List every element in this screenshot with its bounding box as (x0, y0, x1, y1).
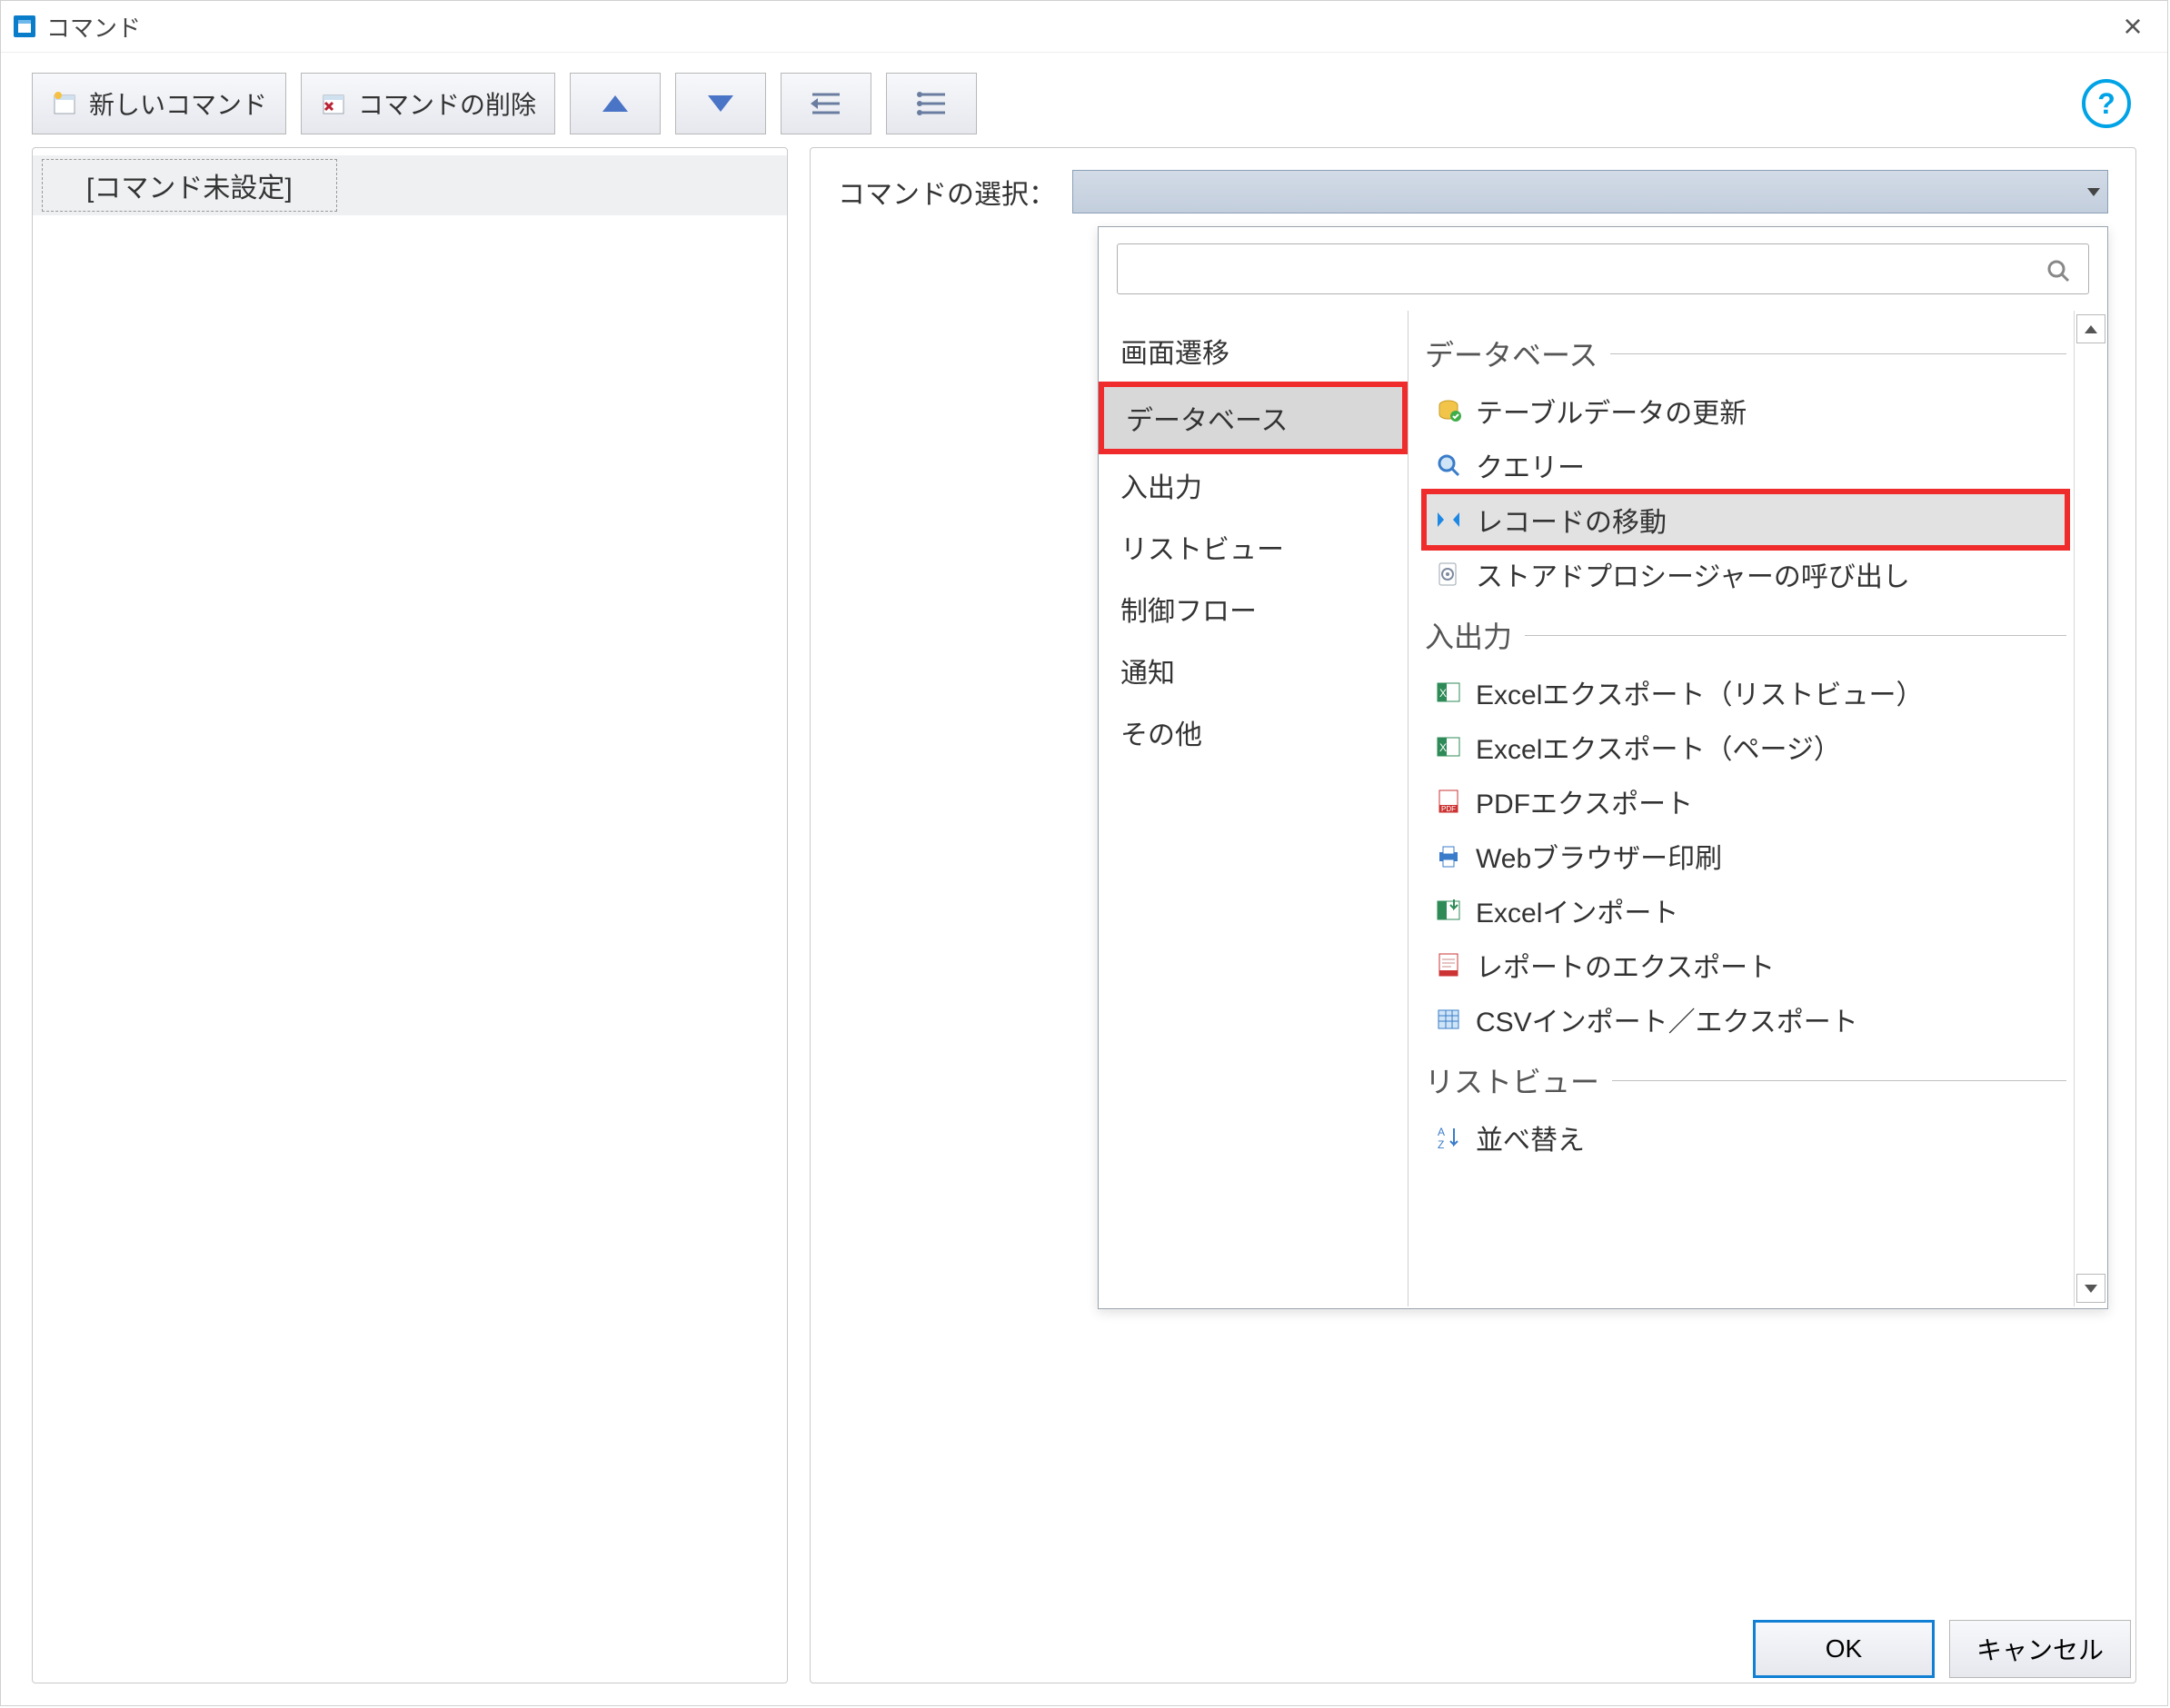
help-icon[interactable]: ? (2082, 79, 2131, 128)
cmd-label: Excelエクスポート（リストビュー） (1476, 672, 1923, 712)
command-items-panel: データベース テーブルデータの更新 クエリー (1409, 311, 2107, 1306)
cmd-stored-procedure[interactable]: ストアドプロシージャーの呼び出し (1425, 547, 2066, 601)
cmd-pdf-export[interactable]: PDF PDFエクスポート (1425, 774, 2066, 829)
command-picker-popup: 画面遷移 データベース 入出力 リストビュー 制御フロー 通知 その他 (1098, 226, 2108, 1309)
command-select-label: コマンドの選択： (838, 172, 1056, 212)
arrow-down-icon (2085, 1285, 2097, 1293)
delete-command-button[interactable]: コマンドの削除 (301, 73, 555, 134)
app-icon (12, 14, 37, 39)
sort-icon: AZ (1434, 1123, 1463, 1152)
scroll-up-button[interactable] (2076, 314, 2105, 343)
csv-icon (1434, 1005, 1463, 1034)
cat-control-flow[interactable]: 制御フロー (1099, 578, 1408, 640)
cmd-csv-import-export[interactable]: CSVインポート／エクスポート (1425, 992, 2066, 1047)
dialog-title: コマンド (46, 10, 2105, 44)
scrollbar[interactable] (2074, 311, 2107, 1306)
cancel-button[interactable]: キャンセル (1949, 1620, 2131, 1678)
cmd-query[interactable]: クエリー (1425, 438, 2066, 492)
toolbar: 新しいコマンド コマンドの削除 ? (1, 53, 2167, 147)
cmd-label: 並べ替え (1476, 1117, 1585, 1157)
arrow-down-icon (708, 95, 733, 112)
dialog-footer: OK キャンセル (1753, 1620, 2131, 1678)
section-heading-listview: リストビュー (1425, 1059, 2066, 1101)
svg-text:A: A (1438, 1126, 1445, 1138)
cmd-report-export[interactable]: レポートのエクスポート (1425, 938, 2066, 992)
cat-screen-transition[interactable]: 画面遷移 (1099, 320, 1408, 382)
dialog-window: コマンド × 新しいコマンド コマンドの削除 ? [コマンド未 (0, 0, 2168, 1706)
command-list-panel: [コマンド未設定] (32, 147, 788, 1683)
chevron-down-icon (2087, 188, 2100, 196)
cmd-label: Excelインポート (1476, 890, 1678, 930)
move-up-button[interactable] (570, 73, 661, 134)
category-list: 画面遷移 データベース 入出力 リストビュー 制御フロー 通知 その他 (1099, 311, 1409, 1306)
cmd-excel-export-page[interactable]: X Excelエクスポート（ページ） (1425, 720, 2066, 774)
cat-listview[interactable]: リストビュー (1099, 516, 1408, 578)
pdf-icon: PDF (1434, 787, 1463, 816)
printer-icon (1434, 841, 1463, 870)
delete-command-label: コマンドの削除 (358, 85, 536, 122)
excel-import-icon (1434, 896, 1463, 925)
outdent-icon (916, 91, 947, 116)
command-unset-label: [コマンド未設定] (42, 159, 337, 212)
magnifier-icon (1434, 451, 1463, 480)
cmd-label: Webブラウザー印刷 (1476, 836, 1722, 876)
record-nav-icon (1434, 505, 1463, 534)
section-heading-label: 入出力 (1425, 614, 1512, 656)
cmd-label: テーブルデータの更新 (1476, 391, 1747, 431)
search-input[interactable] (1117, 243, 2089, 294)
indent-button[interactable] (781, 73, 871, 134)
content-area: [コマンド未設定] コマンドの選択： 画面遷移 (1, 147, 2167, 1705)
new-command-label: 新しいコマンド (89, 85, 267, 122)
sparkle-sheet-icon (51, 90, 78, 117)
section-heading-database: データベース (1425, 333, 2066, 374)
cmd-record-move[interactable]: レコードの移動 (1425, 492, 2066, 547)
cmd-label: PDFエクスポート (1476, 781, 1693, 821)
cmd-label: レポートのエクスポート (1476, 945, 1775, 985)
cmd-excel-export-listview[interactable]: X Excelエクスポート（リストビュー） (1425, 665, 2066, 720)
section-heading-io: 入出力 (1425, 614, 2066, 656)
outdent-button[interactable] (886, 73, 977, 134)
ok-button[interactable]: OK (1753, 1620, 1935, 1678)
cmd-sort[interactable]: AZ 並べ替え (1425, 1110, 2066, 1165)
section-heading-label: データベース (1425, 333, 1598, 374)
close-icon[interactable]: × (2105, 10, 2160, 43)
svg-text:X: X (1439, 741, 1447, 754)
command-config-panel: コマンドの選択： 画面遷移 データベース (810, 147, 2136, 1683)
cmd-web-browser-print[interactable]: Webブラウザー印刷 (1425, 829, 2066, 883)
svg-text:PDF: PDF (1441, 805, 1456, 813)
cat-notification[interactable]: 通知 (1099, 640, 1408, 701)
cmd-label: レコードの移動 (1476, 500, 1667, 540)
db-refresh-icon (1434, 396, 1463, 425)
gear-doc-icon (1434, 560, 1463, 589)
cmd-label: ストアドプロシージャーの呼び出し (1476, 554, 1910, 594)
excel-icon: X (1434, 678, 1463, 707)
scroll-down-button[interactable] (2076, 1274, 2105, 1303)
section-heading-label: リストビュー (1425, 1059, 1599, 1101)
report-pdf-icon (1434, 950, 1463, 979)
cmd-label: Excelエクスポート（ページ） (1476, 727, 1841, 767)
indent-icon (811, 91, 841, 116)
move-down-button[interactable] (675, 73, 766, 134)
command-list-row[interactable]: [コマンド未設定] (33, 155, 787, 215)
new-command-button[interactable]: 新しいコマンド (32, 73, 286, 134)
cmd-label: クエリー (1476, 445, 1585, 485)
cat-io[interactable]: 入出力 (1099, 454, 1408, 516)
cat-database[interactable]: データベース (1104, 387, 1402, 449)
svg-text:Z: Z (1438, 1138, 1444, 1150)
arrow-up-icon (2085, 325, 2097, 333)
title-bar: コマンド × (1, 1, 2167, 53)
arrow-up-icon (602, 95, 628, 112)
search-icon (2046, 258, 2071, 283)
command-select-row: コマンドの選択： (838, 170, 2108, 214)
excel-icon: X (1434, 732, 1463, 761)
svg-text:X: X (1439, 687, 1447, 700)
cat-other[interactable]: その他 (1099, 701, 1408, 763)
cmd-label: CSVインポート／エクスポート (1476, 999, 1858, 1039)
cmd-excel-import[interactable]: Excelインポート (1425, 883, 2066, 938)
command-select-dropdown[interactable] (1072, 170, 2108, 214)
delete-sheet-icon (320, 90, 347, 117)
cmd-table-data-update[interactable]: テーブルデータの更新 (1425, 383, 2066, 438)
